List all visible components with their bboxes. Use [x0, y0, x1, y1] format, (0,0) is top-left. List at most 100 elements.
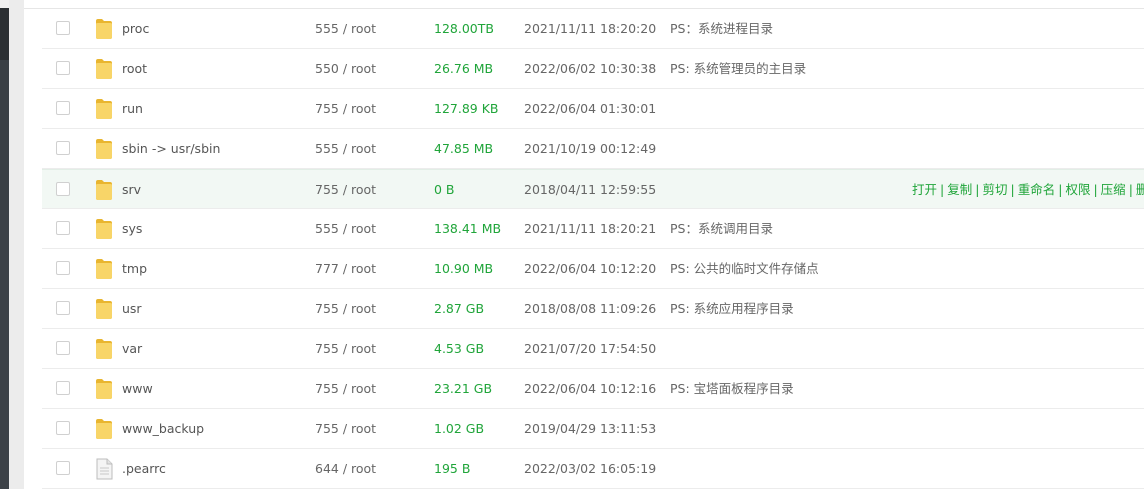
folder-icon	[95, 338, 113, 360]
open-link[interactable]: 打开	[912, 182, 937, 197]
file-name[interactable]: run	[122, 89, 143, 129]
table-row[interactable]: run 755 / root 127.89 KB 2022/06/04 01:30:0…	[42, 89, 1144, 129]
file-modified-date: 2018/08/08 11:09:26	[524, 301, 657, 316]
file-permission[interactable]: 644 / root	[315, 449, 376, 489]
table-row[interactable]: tmp 777 / root 10.90 MB 2022/06/04 10:12:20…	[42, 249, 1144, 289]
file-list-panel: proc 555 / root 128.00TB 2021/11/11 18:20:2…	[24, 0, 1144, 489]
file-permission[interactable]: 755 / root	[315, 369, 376, 409]
file-remark[interactable]: PS: 系统管理员的主目录	[670, 49, 806, 89]
row-checkbox[interactable]	[56, 221, 70, 235]
file-permission[interactable]: 555 / root	[315, 129, 376, 169]
file-permission[interactable]: 555 / root	[315, 9, 376, 49]
file-modified-date: 2021/11/11 18:20:20	[524, 21, 657, 36]
file-name[interactable]: root	[122, 49, 147, 89]
row-checkbox[interactable]	[56, 141, 70, 155]
file-name[interactable]: usr	[122, 289, 142, 329]
file-name[interactable]: www	[122, 369, 153, 409]
table-row[interactable]: sys 555 / root 138.41 MB 2021/11/11 18:20:2…	[42, 209, 1144, 249]
folder-icon	[95, 179, 113, 201]
file-modified-date: 2022/06/04 10:12:20	[524, 261, 657, 276]
file-modified-date: 2021/10/19 00:12:49	[524, 141, 657, 156]
file-size: 4.53 GB	[434, 341, 485, 356]
file-size: 26.76 MB	[434, 61, 494, 76]
file-modified-date: 2021/11/11 18:20:21	[524, 221, 657, 236]
file-permission[interactable]: 755 / root	[315, 170, 376, 210]
action-separator: |	[1058, 182, 1063, 197]
file-size: 128.00TB	[434, 21, 494, 36]
file-permission[interactable]: 755 / root	[315, 409, 376, 449]
row-actions: 打开 | 复制 | 剪切 | 重命名 | 权限 | 压缩 | 删	[912, 170, 1144, 210]
file-name[interactable]: sbin -> usr/sbin	[122, 129, 220, 169]
file-modified-date: 2022/06/04 10:12:16	[524, 381, 657, 396]
cut-link[interactable]: 剪切	[982, 182, 1007, 197]
file-name[interactable]: tmp	[122, 249, 147, 289]
action-separator: |	[1010, 182, 1015, 197]
folder-icon	[95, 378, 113, 400]
file-size: 2.87 GB	[434, 301, 485, 316]
row-checkbox[interactable]	[56, 61, 70, 75]
table-row[interactable]: .pearrc 644 / root 195 B 2022/03/02 16:05:1…	[42, 449, 1144, 489]
file-permission[interactable]: 555 / root	[315, 209, 376, 249]
file-size: 195 B	[434, 461, 471, 476]
folder-icon	[95, 298, 113, 320]
file-size: 10.90 MB	[434, 261, 494, 276]
table-row[interactable]: root 550 / root 26.76 MB 2022/06/02 10:30:3…	[42, 49, 1144, 89]
row-checkbox[interactable]	[56, 182, 70, 196]
row-checkbox[interactable]	[56, 421, 70, 435]
row-checkbox[interactable]	[56, 101, 70, 115]
table-row[interactable]: srv 755 / root 0 B 2018/04/11 12:59:55 打开 | 复制…	[42, 169, 1144, 209]
file-name[interactable]: sys	[122, 209, 142, 249]
file-name[interactable]: www_backup	[122, 409, 204, 449]
permission-link[interactable]: 权限	[1065, 182, 1090, 197]
row-checkbox[interactable]	[56, 261, 70, 275]
table-row[interactable]: usr 755 / root 2.87 GB 2018/08/08 11:09:26 P…	[42, 289, 1144, 329]
table-row[interactable]: sbin -> usr/sbin 555 / root 47.85 MB 2021/1…	[42, 129, 1144, 169]
file-size: 23.21 GB	[434, 381, 493, 396]
table-row[interactable]: proc 555 / root 128.00TB 2021/11/11 18:20:2…	[42, 9, 1144, 49]
file-modified-date: 2021/07/20 17:54:50	[524, 341, 657, 356]
file-name[interactable]: srv	[122, 170, 141, 210]
file-remark[interactable]: PS: 系统应用程序目录	[670, 289, 794, 329]
file-permission[interactable]: 755 / root	[315, 89, 376, 129]
action-separator: |	[1093, 182, 1098, 197]
file-remark[interactable]: PS: 公共的临时文件存储点	[670, 249, 819, 289]
folder-icon	[95, 258, 113, 280]
file-size: 138.41 MB	[434, 221, 502, 236]
table-row[interactable]: www_backup 755 / root 1.02 GB 2019/04/29 13…	[42, 409, 1144, 449]
file-name[interactable]: proc	[122, 9, 149, 49]
file-size: 0 B	[434, 182, 455, 197]
file-permission[interactable]: 550 / root	[315, 49, 376, 89]
table-row[interactable]: www 755 / root 23.21 GB 2022/06/04 10:12:16…	[42, 369, 1144, 409]
file-modified-date: 2018/04/11 12:59:55	[524, 182, 657, 197]
rename-link[interactable]: 重命名	[1018, 182, 1056, 197]
file-remark[interactable]: PS：系统调用目录	[670, 209, 773, 249]
sidebar-edge	[0, 0, 9, 489]
file-name[interactable]: .pearrc	[122, 449, 166, 489]
file-permission[interactable]: 755 / root	[315, 329, 376, 369]
file-modified-date: 2022/06/02 10:30:38	[524, 61, 657, 76]
row-checkbox[interactable]	[56, 381, 70, 395]
table-row[interactable]: var 755 / root 4.53 GB 2021/07/20 17:54:50	[42, 329, 1144, 369]
folder-icon	[95, 98, 113, 120]
delete-link[interactable]: 删	[1136, 182, 1144, 197]
file-remark[interactable]: PS: 宝塔面板程序目录	[670, 369, 794, 409]
folder-icon	[95, 18, 113, 40]
row-checkbox[interactable]	[56, 461, 70, 475]
row-checkbox[interactable]	[56, 341, 70, 355]
file-remark[interactable]: PS：系统进程目录	[670, 9, 773, 49]
file-size: 1.02 GB	[434, 421, 485, 436]
file-permission[interactable]: 777 / root	[315, 249, 376, 289]
row-checkbox[interactable]	[56, 301, 70, 315]
copy-link[interactable]: 复制	[947, 182, 972, 197]
row-checkbox[interactable]	[56, 21, 70, 35]
file-permission[interactable]: 755 / root	[315, 289, 376, 329]
file-size: 47.85 MB	[434, 141, 494, 156]
file-modified-date: 2022/03/02 16:05:19	[524, 461, 657, 476]
file-name[interactable]: var	[122, 329, 142, 369]
folder-icon	[95, 418, 113, 440]
folder-icon	[95, 138, 113, 160]
file-modified-date: 2022/06/04 01:30:01	[524, 101, 657, 116]
file-size: 127.89 KB	[434, 101, 499, 116]
action-separator: |	[975, 182, 980, 197]
compress-link[interactable]: 压缩	[1101, 182, 1126, 197]
